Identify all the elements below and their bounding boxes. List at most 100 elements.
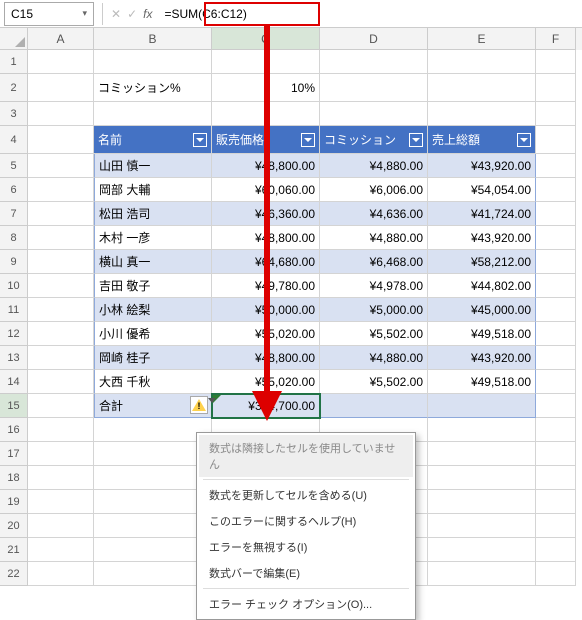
cell-name[interactable]: 大西 千秋 [94, 370, 212, 394]
cell[interactable] [28, 466, 94, 490]
cell-commission[interactable]: ¥4,880.00 [320, 346, 428, 370]
cell[interactable] [28, 562, 94, 586]
fx-icon[interactable]: fx [143, 7, 152, 21]
cell[interactable] [428, 418, 536, 442]
cell[interactable] [536, 102, 576, 126]
cell[interactable] [428, 442, 536, 466]
cell[interactable] [428, 490, 536, 514]
cell-commission[interactable]: ¥4,636.00 [320, 202, 428, 226]
row-header[interactable]: 14 [0, 370, 28, 394]
row-header[interactable]: 7 [0, 202, 28, 226]
cell-total[interactable]: ¥43,920.00 [428, 226, 536, 250]
cell[interactable] [28, 274, 94, 298]
cell[interactable] [536, 514, 576, 538]
name-box[interactable]: C15 ▾ [4, 2, 94, 26]
row-header[interactable]: 2 [0, 74, 28, 102]
row-header[interactable]: 4 [0, 126, 28, 154]
cell[interactable] [428, 538, 536, 562]
cell-price[interactable]: ¥49,780.00 [212, 274, 320, 298]
accept-icon[interactable]: ✓ [127, 7, 137, 21]
filter-icon[interactable] [301, 133, 315, 147]
cell[interactable] [212, 50, 320, 74]
cell[interactable] [536, 250, 576, 274]
cell[interactable] [428, 514, 536, 538]
cell-price[interactable]: ¥46,360.00 [212, 202, 320, 226]
row-header[interactable]: 20 [0, 514, 28, 538]
cell[interactable] [536, 346, 576, 370]
cell-name[interactable]: 岡崎 桂子 [94, 346, 212, 370]
cell-total[interactable]: ¥49,518.00 [428, 370, 536, 394]
cell[interactable] [320, 394, 428, 418]
cell[interactable] [536, 202, 576, 226]
filter-icon[interactable] [409, 133, 423, 147]
cell-total[interactable]: ¥49,518.00 [428, 322, 536, 346]
cell[interactable] [428, 74, 536, 102]
cell[interactable] [536, 298, 576, 322]
row-header[interactable]: 11 [0, 298, 28, 322]
cell-commission[interactable]: ¥6,006.00 [320, 178, 428, 202]
col-header-C[interactable]: C [212, 28, 320, 50]
row-header[interactable]: 17 [0, 442, 28, 466]
cell-price[interactable]: ¥50,000.00 [212, 298, 320, 322]
cell[interactable] [28, 346, 94, 370]
cell-commission[interactable]: ¥5,000.00 [320, 298, 428, 322]
cell-total[interactable]: ¥44,802.00 [428, 274, 536, 298]
cell[interactable] [428, 50, 536, 74]
th-total[interactable]: 売上総額 [428, 126, 536, 154]
cell[interactable] [536, 226, 576, 250]
chevron-down-icon[interactable]: ▾ [82, 8, 87, 19]
cell[interactable] [536, 490, 576, 514]
cell[interactable] [536, 418, 576, 442]
cell[interactable] [28, 370, 94, 394]
cell[interactable] [28, 538, 94, 562]
value-commission[interactable]: 10% [212, 74, 320, 102]
row-header[interactable]: 6 [0, 178, 28, 202]
cell[interactable] [536, 322, 576, 346]
cell[interactable] [94, 562, 212, 586]
col-header-E[interactable]: E [428, 28, 536, 50]
cell[interactable] [320, 102, 428, 126]
menu-item-ignore[interactable]: エラーを無視する(I) [199, 534, 413, 560]
cell[interactable] [536, 126, 576, 154]
th-name[interactable]: 名前 [94, 126, 212, 154]
cell[interactable] [320, 50, 428, 74]
cell[interactable] [28, 226, 94, 250]
cell-commission[interactable]: ¥4,880.00 [320, 154, 428, 178]
cell-total[interactable]: ¥58,212.00 [428, 250, 536, 274]
cell[interactable] [94, 50, 212, 74]
cell[interactable] [428, 102, 536, 126]
label-commission[interactable]: コミッション% [94, 74, 212, 102]
cell[interactable] [28, 102, 94, 126]
menu-item-options[interactable]: エラー チェック オプション(O)... [199, 591, 413, 617]
row-header[interactable]: 9 [0, 250, 28, 274]
cell-sum-selected[interactable]: ¥374,700.00 [212, 394, 320, 418]
col-header-F[interactable]: F [536, 28, 576, 50]
col-header-A[interactable]: A [28, 28, 94, 50]
menu-item-help[interactable]: このエラーに関するヘルプ(H) [199, 508, 413, 534]
cell-price[interactable]: ¥55,020.00 [212, 370, 320, 394]
cell-commission[interactable]: ¥4,978.00 [320, 274, 428, 298]
cell[interactable] [428, 394, 536, 418]
cell[interactable] [536, 562, 576, 586]
th-commission[interactable]: コミッション [320, 126, 428, 154]
th-price[interactable]: 販売価格 [212, 126, 320, 154]
row-header[interactable]: 13 [0, 346, 28, 370]
cell-total[interactable]: ¥43,920.00 [428, 346, 536, 370]
cell-name[interactable]: 小川 優希 [94, 322, 212, 346]
row-header[interactable]: 12 [0, 322, 28, 346]
cell-total[interactable]: ¥43,920.00 [428, 154, 536, 178]
row-header[interactable]: 8 [0, 226, 28, 250]
cell-commission[interactable]: ¥4,880.00 [320, 226, 428, 250]
cell-commission[interactable]: ¥6,468.00 [320, 250, 428, 274]
cell[interactable] [28, 298, 94, 322]
cell-price[interactable]: ¥48,800.00 [212, 154, 320, 178]
cell[interactable] [28, 154, 94, 178]
select-all-corner[interactable] [0, 28, 28, 50]
cell[interactable] [536, 274, 576, 298]
cell[interactable] [536, 50, 576, 74]
cell[interactable] [536, 74, 576, 102]
col-header-B[interactable]: B [94, 28, 212, 50]
cell[interactable] [28, 126, 94, 154]
cell-name[interactable]: 木村 一彦 [94, 226, 212, 250]
cell[interactable] [28, 514, 94, 538]
